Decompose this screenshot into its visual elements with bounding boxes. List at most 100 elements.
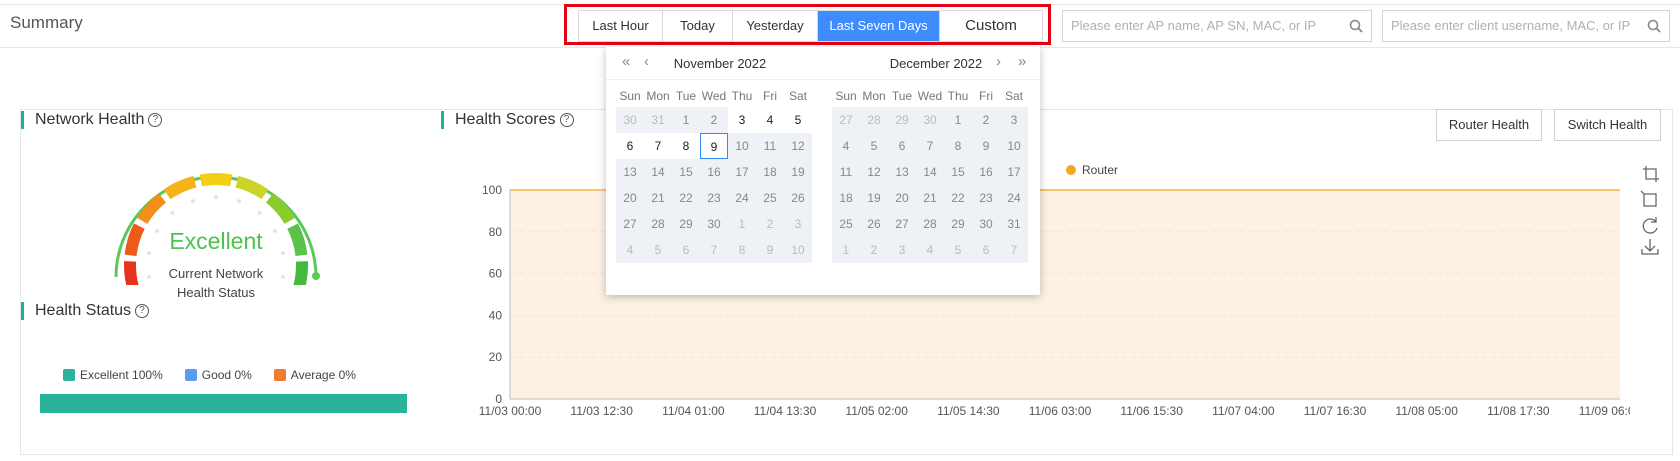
calendar-day[interactable]: 6 [972,237,1000,263]
calendar-day[interactable]: 10 [728,133,756,159]
calendar-day[interactable]: 21 [916,185,944,211]
calendar-day[interactable]: 2 [700,107,728,133]
calendar-day[interactable]: 6 [616,133,644,159]
calendar-day[interactable]: 10 [1000,133,1028,159]
calendar-day[interactable]: 1 [944,107,972,133]
help-icon[interactable]: ? [559,113,574,127]
calendar-day[interactable]: 3 [784,211,812,237]
calendar-day[interactable]: 5 [944,237,972,263]
calendar-day[interactable]: 15 [672,159,700,185]
switch-health-button[interactable]: Switch Health [1554,109,1661,141]
calendar-day[interactable]: 22 [944,185,972,211]
calendar-day[interactable]: 26 [784,185,812,211]
zoom-reset-icon[interactable] [1640,190,1657,207]
health-status-bar-excellent[interactable] [40,394,407,413]
calendar-day[interactable]: 6 [888,133,916,159]
range-yesterday-button[interactable]: Yesterday [733,11,818,41]
calendar-day[interactable]: 17 [728,159,756,185]
calendar-day[interactable]: 20 [888,185,916,211]
calendar-day[interactable]: 2 [756,211,784,237]
help-icon[interactable]: ? [148,113,163,127]
calendar-day[interactable]: 27 [832,107,860,133]
calendar-day[interactable]: 8 [672,133,700,159]
calendar-day[interactable]: 21 [644,185,672,211]
calendar-day[interactable]: 14 [644,159,672,185]
calendar-day[interactable]: 27 [888,211,916,237]
calendar-day[interactable]: 9 [756,237,784,263]
calendar-day[interactable]: 7 [1000,237,1028,263]
calendar-day[interactable]: 14 [916,159,944,185]
calendar-day[interactable]: 1 [832,237,860,263]
calendar-day[interactable]: 6 [672,237,700,263]
calendar-day[interactable]: 1 [728,211,756,237]
calendar-day[interactable]: 30 [616,107,644,133]
calendar-day[interactable]: 25 [832,211,860,237]
calendar-day[interactable]: 17 [1000,159,1028,185]
calendar-day[interactable]: 7 [916,133,944,159]
range-today-button[interactable]: Today [663,11,733,41]
calendar-day[interactable]: 13 [616,159,644,185]
calendar-day[interactable]: 26 [860,211,888,237]
zoom-icon[interactable] [1643,166,1659,182]
calendar-day[interactable]: 28 [860,107,888,133]
calendar-day[interactable]: 2 [972,107,1000,133]
calendar-day[interactable]: 16 [700,159,728,185]
calendar-day[interactable]: 28 [916,211,944,237]
calendar-day[interactable]: 30 [916,107,944,133]
calendar-day[interactable]: 10 [784,237,812,263]
calendar-day[interactable]: 30 [700,211,728,237]
calendar-day[interactable]: 18 [832,185,860,211]
calendar-day[interactable]: 5 [784,107,812,133]
calendar-day[interactable]: 11 [756,133,784,159]
legend-average[interactable]: Average 0% [273,368,356,382]
calendar-day[interactable]: 31 [1000,211,1028,237]
calendar-day[interactable]: 3 [1000,107,1028,133]
calendar-day[interactable]: 5 [644,237,672,263]
next-month-icon[interactable]: › [996,53,1001,70]
calendar-day[interactable]: 4 [616,237,644,263]
calendar-day[interactable]: 19 [784,159,812,185]
calendar-day[interactable]: 29 [888,107,916,133]
range-last-seven-days-button[interactable]: Last Seven Days [818,11,940,41]
client-search-input[interactable]: Please enter client username, MAC, or IP [1382,10,1670,42]
range-custom-button[interactable]: Custom [940,11,1042,41]
calendar-day[interactable]: 12 [784,133,812,159]
search-icon[interactable] [1349,19,1363,33]
search-icon[interactable] [1647,19,1661,33]
calendar-day[interactable]: 4 [832,133,860,159]
range-last-hour-button[interactable]: Last Hour [579,11,663,41]
calendar-day[interactable]: 29 [672,211,700,237]
calendar-day[interactable]: 3 [888,237,916,263]
calendar-day[interactable]: 13 [888,159,916,185]
calendar-day[interactable]: 22 [672,185,700,211]
calendar-day[interactable]: 16 [972,159,1000,185]
calendar-day[interactable]: 3 [728,107,756,133]
ap-search-input[interactable]: Please enter AP name, AP SN, MAC, or IP [1062,10,1372,42]
legend-good[interactable]: Good 0% [184,368,252,382]
calendar-day[interactable]: 28 [644,211,672,237]
calendar-day[interactable]: 1 [672,107,700,133]
calendar-day[interactable]: 31 [644,107,672,133]
calendar-day[interactable]: 15 [944,159,972,185]
calendar-day[interactable]: 7 [644,133,672,159]
calendar-day[interactable]: 7 [700,237,728,263]
refresh-icon[interactable] [1642,217,1658,234]
help-icon[interactable]: ? [135,304,150,318]
calendar-day[interactable]: 9 [972,133,1000,159]
calendar-day[interactable]: 27 [616,211,644,237]
calendar-day[interactable]: 11 [832,159,860,185]
next-year-icon[interactable]: » [1018,53,1026,70]
calendar-day[interactable]: 18 [756,159,784,185]
calendar-day[interactable]: 8 [944,133,972,159]
calendar-day[interactable]: 23 [700,185,728,211]
legend-excellent[interactable]: Excellent 100% [63,368,163,382]
calendar-day[interactable]: 2 [860,237,888,263]
calendar-day[interactable]: 8 [728,237,756,263]
download-icon[interactable] [1641,239,1659,255]
calendar-day[interactable]: 5 [860,133,888,159]
calendar-day[interactable]: 24 [1000,185,1028,211]
calendar-day[interactable]: 25 [756,185,784,211]
calendar-day[interactable]: 9 [700,133,728,159]
router-health-button[interactable]: Router Health [1436,109,1542,141]
calendar-day[interactable]: 19 [860,185,888,211]
